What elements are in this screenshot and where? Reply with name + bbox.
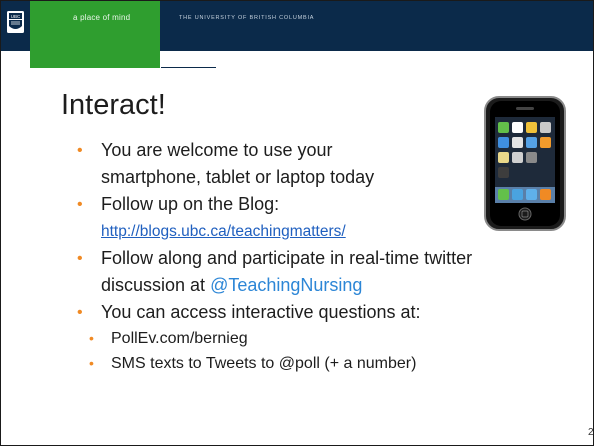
page-number: 2 (588, 427, 594, 438)
bullet-list: You are welcome to use your smartphone, … (77, 137, 577, 376)
bullet-text: Follow up on the Blog: (101, 194, 280, 214)
logo-text: UBC (11, 14, 21, 19)
bullet-devices: You are welcome to use your smartphone, … (77, 137, 577, 191)
bullet-text: discussion at (101, 275, 211, 295)
bullet-twitter: Follow along and participate in real-tim… (77, 245, 577, 299)
bullet-text: You are welcome to use your (101, 140, 333, 160)
slide: UBC a place of mind THE UNIVERSITY OF BR… (0, 0, 594, 446)
motto-text: a place of mind (73, 13, 131, 22)
blog-link[interactable]: http://blogs.ubc.ca/teachingmatters/ (101, 218, 577, 245)
sub-bullet-pollev: PollEv.com/bernieg (85, 326, 577, 351)
bullet-text: You can access interactive questions at: (101, 302, 421, 322)
sub-bullet-sms: SMS texts to Tweets to @poll (+ a number… (85, 351, 577, 376)
bullet-text: smartphone, tablet or laptop today (101, 167, 375, 187)
slide-title: Interact! (61, 89, 166, 121)
header-divider (161, 67, 216, 68)
twitter-handle-link[interactable]: @TeachingNursing (210, 275, 362, 295)
bullet-blog: Follow up on the Blog: http://blogs.ubc.… (77, 191, 577, 245)
university-name: THE UNIVERSITY OF BRITISH COLUMBIA (179, 15, 315, 21)
motto-panel: a place of mind (30, 1, 160, 68)
crest-icon: UBC (7, 11, 24, 33)
bullet-text: Follow along and participate in real-tim… (101, 248, 473, 268)
ubc-logo: UBC (1, 1, 30, 51)
bullet-questions: You can access interactive questions at: (77, 299, 577, 326)
